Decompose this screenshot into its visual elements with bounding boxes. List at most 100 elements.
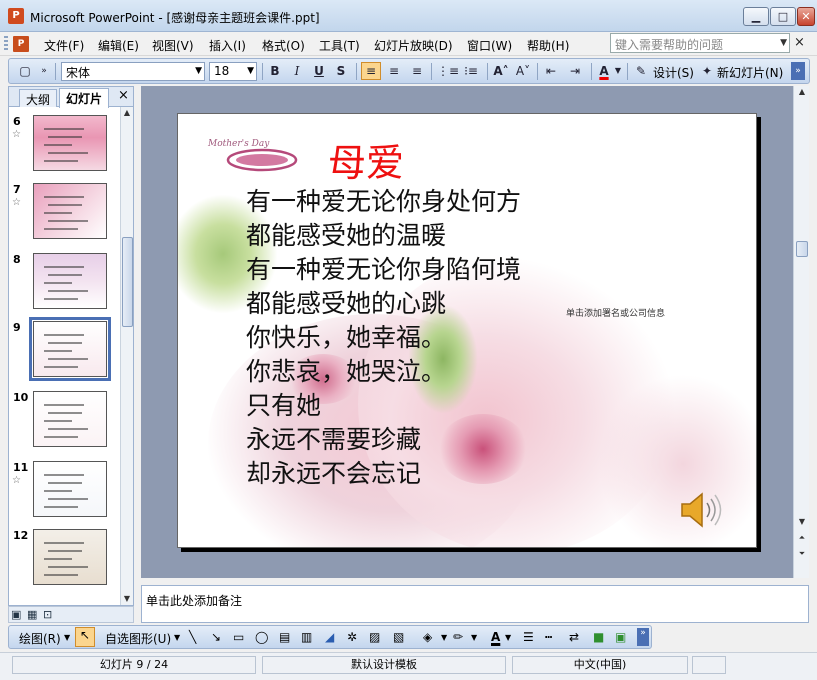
slide-thumbnail-image[interactable] — [33, 115, 107, 171]
slide-thumbnail-10[interactable]: 10 — [9, 391, 121, 451]
close-icon[interactable]: × — [118, 88, 129, 103]
menu-format[interactable]: 格式(O) — [262, 37, 305, 54]
menu-grip-handle[interactable] — [4, 36, 8, 52]
font-color-icon[interactable]: A — [594, 62, 614, 80]
3d-style-icon[interactable]: ▣ — [615, 630, 626, 644]
menu-view[interactable]: 视图(V) — [152, 37, 194, 54]
tab-slides[interactable]: 幻灯片 — [59, 88, 110, 108]
new-slide-icon[interactable]: ✦ — [697, 62, 717, 80]
document-close-icon[interactable]: × — [794, 35, 805, 50]
help-search-input[interactable]: 键入需要帮助的问题 ▼ — [610, 33, 790, 53]
diagram-icon[interactable]: ✲ — [347, 630, 357, 644]
font-size-select[interactable]: 18 ▼ — [209, 62, 257, 81]
select-objects-icon[interactable]: ↖ — [75, 627, 95, 647]
oval-icon[interactable]: ◯ — [255, 630, 268, 644]
slide-thumbnail-6[interactable]: 6 ☆ — [9, 115, 121, 175]
slide-thumbnail-9[interactable]: 9 — [9, 317, 121, 381]
slide-canvas[interactable]: Mother's Day 母爱 有一种爱无论你身处何方 都能感受她的温暖 有一种爱无… — [177, 113, 757, 548]
slide-thumbnail-image[interactable] — [33, 529, 107, 585]
chevron-down-icon[interactable]: ▼ — [195, 66, 202, 76]
align-center-button[interactable]: ≡ — [384, 62, 404, 80]
slide-thumbnail-image[interactable] — [33, 253, 107, 309]
align-left-button[interactable]: ≡ — [361, 62, 381, 80]
slide-thumbnail-11[interactable]: 11 ☆ — [9, 461, 121, 521]
rectangle-icon[interactable]: ▭ — [233, 630, 244, 644]
author-info-placeholder[interactable]: 单击添加署名或公司信息 — [566, 306, 665, 319]
slide-scrollbar[interactable]: ▲ ▼ ⏶ ⏷ — [793, 86, 809, 578]
animation-star-icon[interactable]: ☆ — [12, 197, 21, 208]
animation-star-icon[interactable]: ☆ — [12, 475, 21, 486]
speaker-icon[interactable] — [676, 486, 724, 534]
bullet-list-icon[interactable]: ⁝≡ — [461, 62, 481, 80]
slide-thumbnail-12[interactable]: 12 — [9, 529, 121, 589]
align-right-button[interactable]: ≡ — [407, 62, 427, 80]
menu-slideshow[interactable]: 幻灯片放映(D) — [374, 37, 453, 54]
design-button[interactable]: 设计(S) — [653, 64, 694, 81]
scroll-up-icon[interactable]: ▲ — [796, 86, 808, 98]
clipart-icon[interactable]: ▨ — [369, 630, 380, 644]
decrease-font-icon[interactable]: A˅ — [513, 62, 533, 80]
menu-edit[interactable]: 编辑(E) — [98, 37, 139, 54]
menu-insert[interactable]: 插入(I) — [209, 37, 246, 54]
wordart-icon[interactable]: ◢ — [325, 630, 334, 644]
vertical-textbox-icon[interactable]: ▥ — [301, 630, 312, 644]
chevron-down-icon[interactable]: ▼ — [247, 66, 254, 76]
menu-file[interactable]: 文件(F) — [44, 37, 84, 54]
slide-thumbnail-image[interactable] — [29, 317, 111, 381]
decrease-indent-icon[interactable]: ⇤ — [541, 62, 561, 80]
draw-menu-button[interactable]: 绘图(R) — [19, 630, 61, 647]
font-name-select[interactable]: 宋体 ▼ — [61, 62, 205, 81]
increase-indent-icon[interactable]: ⇥ — [565, 62, 585, 80]
slide-thumbnail-image[interactable] — [33, 183, 107, 239]
chevron-down-icon[interactable]: ▼ — [505, 633, 511, 642]
new-slide-button[interactable]: 新幻灯片(N) — [717, 64, 783, 81]
textbox-icon[interactable]: ▤ — [279, 630, 290, 644]
chevron-down-icon[interactable]: ▼ — [780, 38, 787, 48]
slide-thumbnail-image[interactable] — [33, 461, 107, 517]
picture-icon[interactable]: ▧ — [393, 630, 404, 644]
shadow-style-icon[interactable]: ■ — [593, 630, 604, 644]
chevron-down-icon[interactable]: ▼ — [441, 633, 447, 642]
scroll-thumb[interactable] — [122, 237, 133, 327]
slide-sorter-view-icon[interactable]: ▦ — [27, 608, 37, 621]
arrow-style-icon[interactable]: ⇄ — [569, 630, 579, 644]
design-icon[interactable]: ✎ — [631, 62, 651, 80]
maximize-button[interactable]: □ — [770, 7, 796, 26]
chevron-down-icon[interactable]: ▼ — [471, 633, 477, 642]
line-color-icon[interactable]: ✏ — [453, 630, 463, 644]
shadow-button[interactable]: S — [331, 62, 351, 80]
slide-title[interactable]: 母爱 — [328, 132, 404, 187]
status-template[interactable]: 默认设计模板 — [262, 656, 506, 674]
chevron-down-icon[interactable]: ▼ — [174, 633, 180, 642]
scroll-up-icon[interactable]: ▲ — [121, 107, 133, 119]
increase-font-icon[interactable]: A˄ — [491, 62, 511, 80]
toolbar-options-icon[interactable]: » — [39, 62, 49, 80]
powerpoint-app-icon[interactable]: P — [8, 8, 24, 24]
minimize-button[interactable]: ▁ — [743, 7, 769, 26]
slides-pane-scrollbar[interactable]: ▲ ▼ — [120, 107, 133, 605]
menu-help[interactable]: 帮助(H) — [527, 37, 569, 54]
scroll-thumb[interactable] — [796, 241, 808, 257]
tab-outline[interactable]: 大纲 — [19, 89, 58, 107]
scroll-down-icon[interactable]: ▼ — [121, 593, 133, 605]
line-style-icon[interactable]: ☰ — [523, 630, 534, 644]
dash-style-icon[interactable]: ┅ — [545, 630, 552, 644]
notes-placeholder[interactable]: 单击此处添加备注 — [146, 592, 242, 609]
document-icon[interactable]: P — [13, 36, 29, 52]
chevron-down-icon[interactable]: ▼ — [64, 633, 70, 642]
slide-thumbnail-image[interactable] — [33, 391, 107, 447]
normal-view-icon[interactable]: ▣ — [11, 608, 21, 621]
font-color-icon[interactable]: A — [491, 630, 500, 644]
notes-pane[interactable]: 单击此处添加备注 — [141, 585, 809, 623]
italic-button[interactable]: I — [287, 62, 307, 80]
arrow-icon[interactable]: ↘ — [211, 630, 221, 644]
menu-tools[interactable]: 工具(T) — [319, 37, 360, 54]
new-document-icon[interactable]: ▢ — [15, 62, 35, 80]
line-icon[interactable]: ╲ — [189, 630, 196, 644]
underline-button[interactable]: U — [309, 62, 329, 80]
previous-slide-icon[interactable]: ⏶ — [796, 532, 808, 544]
numbered-list-icon[interactable]: ⋮≡ — [437, 62, 459, 80]
toolbar-options-icon[interactable]: » — [637, 628, 649, 646]
slideshow-view-icon[interactable]: ⊡ — [43, 608, 52, 621]
bold-button[interactable]: B — [265, 62, 285, 80]
